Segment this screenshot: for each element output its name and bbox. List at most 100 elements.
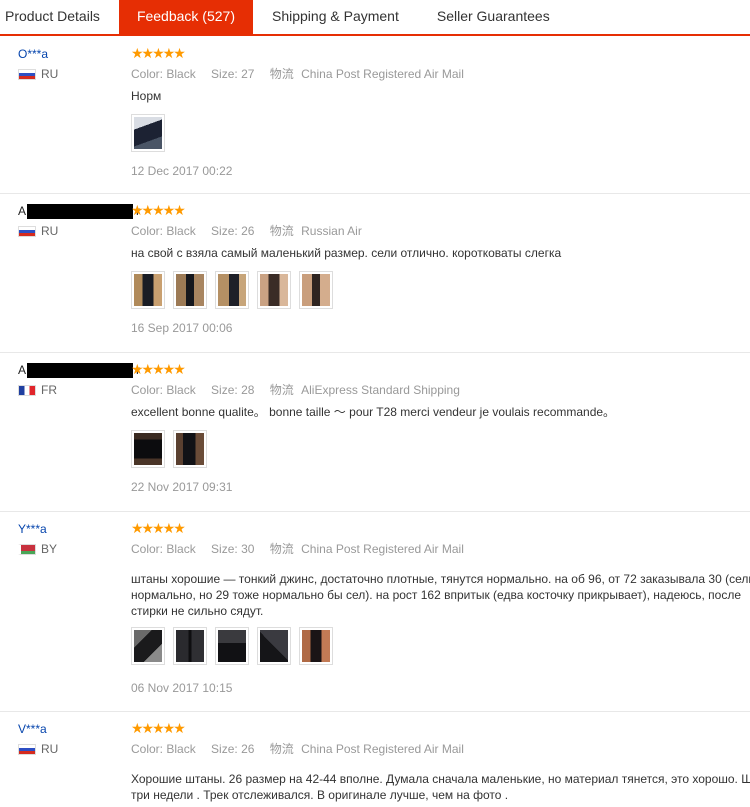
country-code: RU <box>41 742 59 756</box>
photo-thumbnail[interactable] <box>131 114 165 152</box>
photo-thumbnails <box>131 627 750 665</box>
review-date: 22 Nov 2017 09:31 <box>131 480 233 494</box>
tab-seller-guarantees[interactable]: Seller Guarantees <box>418 0 569 34</box>
buyer-info: Y***a BY <box>18 522 126 556</box>
review-text: на свой с взяла самый маленький размер. … <box>131 246 562 260</box>
buyer-country: FR <box>18 383 126 397</box>
shipping-method: Russian Air <box>301 224 362 238</box>
country-code: RU <box>41 224 59 238</box>
photo-thumbnails <box>131 114 750 152</box>
photo-thumbnail[interactable] <box>257 271 291 309</box>
order-meta: Color: Black Size: 26 物流 China Post Regi… <box>131 740 750 757</box>
review-content: ★★★★★ Color: Black Size: 26 物流 Russian A… <box>131 202 750 335</box>
buyer-name[interactable]: A r <box>18 363 140 378</box>
shipping-method: China Post Registered Air Mail <box>301 742 464 756</box>
color-value: Black <box>166 542 196 556</box>
tab-bar: Product Details Feedback (527) Shipping … <box>0 0 750 36</box>
logistics-label: 物流 <box>269 67 294 81</box>
photo-thumbnail[interactable] <box>131 430 165 468</box>
country-code: RU <box>41 67 59 81</box>
review-date: 16 Sep 2017 00:06 <box>131 321 233 335</box>
flag-ru-icon <box>18 68 36 80</box>
review-content: ★★★★★ Color: Black Size: 26 物流 China Pos… <box>131 720 750 803</box>
logistics-label: 物流 <box>269 542 294 556</box>
size-value: 27 <box>241 67 255 81</box>
review-item: O***a RU ★★★★★ Color: Black Size: 27 物流 … <box>0 37 750 194</box>
buyer-initial: A <box>18 204 27 218</box>
review-item: V***a RU ★★★★★ Color: Black Size: 26 物流 … <box>0 712 750 807</box>
color-label: Color: <box>131 542 164 556</box>
review-item: A r RU ★★★★★ Color: Black Size: 26 物流 Ru… <box>0 194 750 353</box>
size-value: 30 <box>241 542 255 556</box>
shipping-method: China Post Registered Air Mail <box>301 542 464 556</box>
photo-thumbnail[interactable] <box>215 627 249 665</box>
photo-thumbnail[interactable] <box>173 627 207 665</box>
size-label: Size: <box>211 742 238 756</box>
review-content: ★★★★★ Color: Black Size: 30 物流 China Pos… <box>131 520 750 695</box>
color-label: Color: <box>131 224 164 238</box>
photo-thumbnail[interactable] <box>257 627 291 665</box>
country-code: BY <box>41 542 58 556</box>
tab-feedback[interactable]: Feedback (527) <box>118 0 253 34</box>
photo-thumbnail[interactable] <box>173 430 207 468</box>
buyer-info: A r RU <box>18 204 140 238</box>
photo-thumbnails <box>131 430 750 468</box>
photo-thumbnail[interactable] <box>131 627 165 665</box>
photo-thumbnail[interactable] <box>131 271 165 309</box>
size-label: Size: <box>211 542 238 556</box>
buyer-name[interactable]: Y***a <box>18 522 126 536</box>
buyer-country: RU <box>18 224 126 238</box>
logistics-label: 物流 <box>269 383 294 397</box>
size-label: Size: <box>211 67 238 81</box>
review-text: excellent bonne qualite。 bonne taille ～ … <box>131 405 616 419</box>
buyer-country: RU <box>18 67 126 81</box>
order-meta: Color: Black Size: 27 物流 China Post Regi… <box>131 65 750 82</box>
flag-fr-icon <box>18 384 36 396</box>
review-text: Норм <box>131 89 162 103</box>
rating-stars-icon: ★★★★★ <box>131 202 186 218</box>
review-text: Хорошие штаны. 26 размер на 42-44 вполне… <box>131 772 750 802</box>
flag-ru-icon <box>18 743 36 755</box>
shipping-method: AliExpress Standard Shipping <box>301 383 460 397</box>
buyer-initial: A <box>18 363 27 377</box>
tab-product-details[interactable]: Product Details <box>0 0 119 34</box>
photo-thumbnails <box>131 271 750 309</box>
review-item: A r FR ★★★★★ Color: Black Size: 28 物流 Al… <box>0 353 750 512</box>
buyer-name[interactable]: V***a <box>18 722 126 736</box>
size-value: 26 <box>241 742 255 756</box>
color-value: Black <box>166 67 196 81</box>
review-content: ★★★★★ Color: Black Size: 28 物流 AliExpres… <box>131 361 750 494</box>
order-meta: Color: Black Size: 26 物流 Russian Air <box>131 222 750 239</box>
review-item: Y***a BY ★★★★★ Color: Black Size: 30 物流 … <box>0 512 750 712</box>
buyer-info: V***a RU <box>18 722 126 756</box>
order-meta: Color: Black Size: 28 物流 AliExpress Stan… <box>131 381 750 398</box>
photo-thumbnail[interactable] <box>299 627 333 665</box>
buyer-country: RU <box>18 742 126 756</box>
shipping-method: China Post Registered Air Mail <box>301 67 464 81</box>
size-label: Size: <box>211 224 238 238</box>
buyer-name[interactable]: O***a <box>18 47 126 61</box>
tab-shipping-payment[interactable]: Shipping & Payment <box>253 0 418 34</box>
rating-stars-icon: ★★★★★ <box>131 520 186 536</box>
buyer-country: BY <box>18 542 126 556</box>
buyer-name[interactable]: A r <box>18 204 140 219</box>
buyer-info: A r FR <box>18 363 140 397</box>
flag-ru-icon <box>18 225 36 237</box>
rating-stars-icon: ★★★★★ <box>131 361 186 377</box>
size-value: 28 <box>241 383 255 397</box>
size-value: 26 <box>241 224 255 238</box>
photo-thumbnail[interactable] <box>173 271 207 309</box>
size-label: Size: <box>211 383 238 397</box>
review-date: 12 Dec 2017 00:22 <box>131 164 233 178</box>
color-label: Color: <box>131 383 164 397</box>
flag-by-icon <box>18 543 36 555</box>
color-value: Black <box>166 742 196 756</box>
buyer-info: O***a RU <box>18 47 126 81</box>
photo-thumbnail[interactable] <box>215 271 249 309</box>
logistics-label: 物流 <box>269 742 294 756</box>
logistics-label: 物流 <box>269 224 294 238</box>
color-label: Color: <box>131 742 164 756</box>
order-meta: Color: Black Size: 30 物流 China Post Regi… <box>131 540 750 557</box>
photo-thumbnail[interactable] <box>299 271 333 309</box>
rating-stars-icon: ★★★★★ <box>131 45 186 61</box>
